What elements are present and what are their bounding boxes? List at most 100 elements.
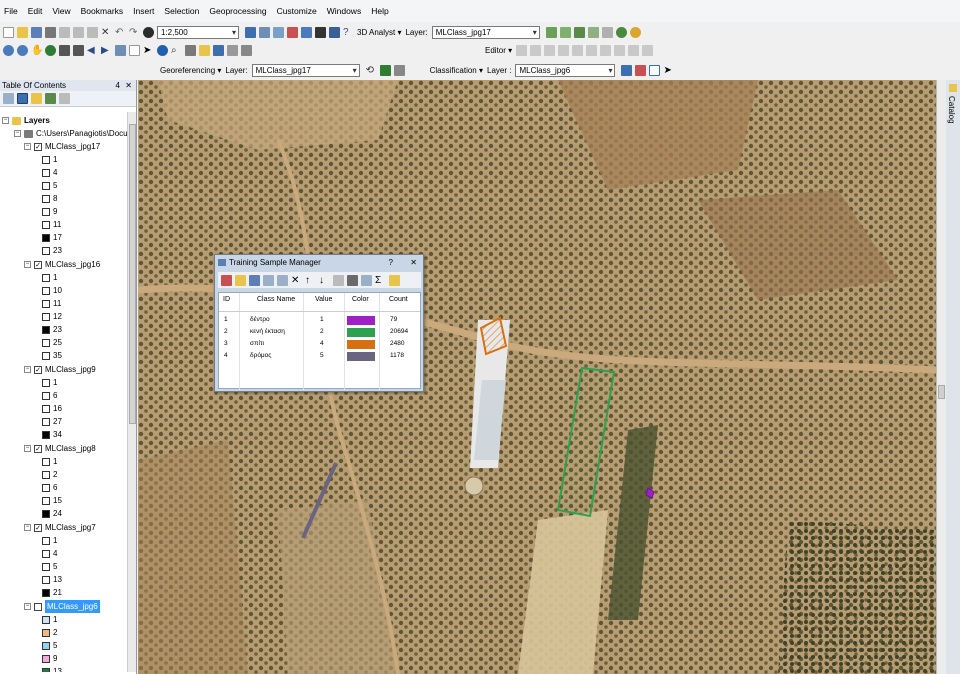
legend-swatch[interactable]	[42, 378, 50, 387]
add-data-icon[interactable]	[143, 26, 154, 38]
legend-swatch[interactable]	[42, 351, 50, 360]
tsm-close-button[interactable]: ✕	[410, 255, 417, 270]
help-icon[interactable]: ?	[343, 27, 354, 38]
class-color-swatch[interactable]	[347, 328, 375, 337]
draw-polygon-icon[interactable]	[649, 64, 661, 76]
add-control-points-icon[interactable]	[379, 64, 391, 76]
legend-swatch[interactable]	[42, 417, 50, 426]
layer-visibility-checkbox[interactable]: ✓	[34, 365, 42, 374]
legend-item[interactable]: 6	[42, 389, 57, 402]
save-samples-icon[interactable]	[249, 274, 260, 286]
python-icon[interactable]	[315, 26, 326, 38]
menu-bookmarks[interactable]: Bookmarks	[81, 6, 124, 16]
legend-item[interactable]: 15	[42, 494, 62, 507]
menu-insert[interactable]: Insert	[133, 6, 154, 16]
legend-swatch[interactable]	[42, 483, 50, 492]
print-icon[interactable]	[45, 26, 56, 38]
time-slider-icon[interactable]	[213, 44, 224, 56]
collapse-icon[interactable]: −	[14, 130, 21, 137]
menu-geoprocessing[interactable]: Geoprocessing	[209, 6, 266, 16]
legend-swatch[interactable]	[42, 470, 50, 479]
copy-icon[interactable]	[73, 26, 84, 38]
3d-layer-combo[interactable]: MLClass_jpg17	[431, 25, 540, 39]
forward-extent-icon[interactable]: ▶	[101, 45, 112, 56]
legend-item[interactable]: 11	[42, 297, 61, 310]
legend-item[interactable]: 23	[42, 244, 62, 257]
paste-icon[interactable]	[87, 26, 98, 38]
table-row[interactable]: 4 δρόμος 5 1178	[219, 351, 420, 363]
class-color-swatch[interactable]	[347, 352, 375, 361]
sketch-properties-icon[interactable]	[628, 44, 640, 56]
column-header[interactable]: Color	[352, 296, 369, 303]
full-extent-icon[interactable]	[45, 44, 56, 56]
layer-visibility-checkbox[interactable]: ✓	[34, 260, 42, 269]
legend-item[interactable]: 23	[42, 323, 62, 336]
create-features-icon[interactable]	[642, 44, 654, 56]
column-header[interactable]: ID	[223, 296, 230, 303]
new-document-icon[interactable]	[3, 26, 14, 38]
legend-item[interactable]: 27	[42, 415, 62, 428]
editor-toolbar-icon[interactable]	[245, 26, 256, 38]
georeferencing-menu[interactable]: Georeferencing ▾	[160, 66, 221, 75]
legend-item[interactable]: 1	[42, 376, 57, 389]
list-by-visibility-icon[interactable]	[31, 93, 42, 104]
zoom-out-icon[interactable]	[17, 44, 28, 56]
scale-combo[interactable]: 1:2,500	[157, 25, 239, 39]
class-color-swatch[interactable]	[347, 316, 375, 325]
legend-item[interactable]: 35	[42, 349, 62, 362]
viewer-icon[interactable]	[241, 44, 252, 56]
map-scrollbar[interactable]	[936, 80, 946, 674]
legend-item[interactable]: 21	[42, 586, 62, 599]
class-color-swatch[interactable]	[347, 340, 375, 349]
column-header[interactable]: Class Name	[257, 296, 295, 303]
clear-selection-icon[interactable]	[129, 44, 140, 56]
collapse-icon[interactable]: −	[24, 603, 31, 610]
profile-icon[interactable]	[587, 26, 599, 38]
legend-item[interactable]: 17	[42, 231, 62, 244]
remove-class-icon[interactable]: ✕	[291, 275, 302, 286]
find-icon[interactable]: ⌕	[171, 45, 182, 56]
select-elements-icon[interactable]: ➤	[143, 45, 154, 56]
catalog-window-icon[interactable]	[273, 26, 284, 38]
legend-swatch[interactable]	[42, 588, 50, 597]
legend-item[interactable]: 1	[42, 153, 57, 166]
legend-item[interactable]: 1	[42, 455, 57, 468]
menu-file[interactable]: File	[4, 6, 18, 16]
legend-item[interactable]: 9	[42, 205, 57, 218]
legend-item[interactable]: 4	[42, 547, 57, 560]
legend-swatch[interactable]	[42, 233, 50, 242]
legend-swatch[interactable]	[42, 628, 50, 637]
legend-swatch[interactable]	[42, 509, 50, 518]
scatterplots-icon[interactable]	[361, 274, 372, 286]
collapse-icon[interactable]: −	[24, 524, 31, 531]
rotate-icon[interactable]	[600, 44, 612, 56]
legend-item[interactable]: 24	[42, 507, 62, 520]
open-icon[interactable]	[17, 26, 28, 38]
fixed-zoom-out-icon[interactable]	[73, 44, 84, 56]
list-by-drawing-order-icon[interactable]	[3, 93, 14, 104]
layer-visibility-checkbox[interactable]: ✓	[34, 523, 42, 532]
training-sample-manager-icon[interactable]	[621, 64, 633, 76]
legend-item[interactable]: 5	[42, 639, 57, 652]
layer-mlclass-jpg17[interactable]: − ✓ MLClass_jpg17	[24, 140, 100, 153]
split-icon[interactable]	[586, 44, 598, 56]
arcglobe-icon[interactable]	[615, 26, 627, 38]
save-icon[interactable]	[31, 26, 42, 38]
legend-swatch[interactable]	[42, 155, 50, 164]
contour-icon[interactable]	[545, 26, 557, 38]
toc-scrollbar[interactable]	[127, 112, 136, 672]
layer-mlclass-jpg7[interactable]: − ✓ MLClass_jpg7	[24, 521, 96, 534]
zoom-in-icon[interactable]	[3, 44, 14, 56]
histograms-icon[interactable]	[347, 274, 358, 286]
collapse-icon[interactable]: −	[24, 261, 31, 268]
hyperlink-icon[interactable]	[629, 26, 641, 38]
tsm-titlebar[interactable]: Training Sample Manager ? ✕	[215, 255, 423, 270]
layers-root[interactable]: − Layers	[2, 114, 50, 127]
arc-segment-icon[interactable]	[558, 44, 570, 56]
go-to-xy-icon[interactable]	[199, 44, 210, 56]
legend-item[interactable]: 13	[42, 573, 62, 586]
legend-swatch[interactable]	[42, 641, 50, 650]
back-extent-icon[interactable]: ◀	[87, 45, 98, 56]
reset-values-icon[interactable]	[333, 274, 344, 286]
table-row[interactable]: 3 σπίτι 4 2480	[219, 339, 420, 351]
